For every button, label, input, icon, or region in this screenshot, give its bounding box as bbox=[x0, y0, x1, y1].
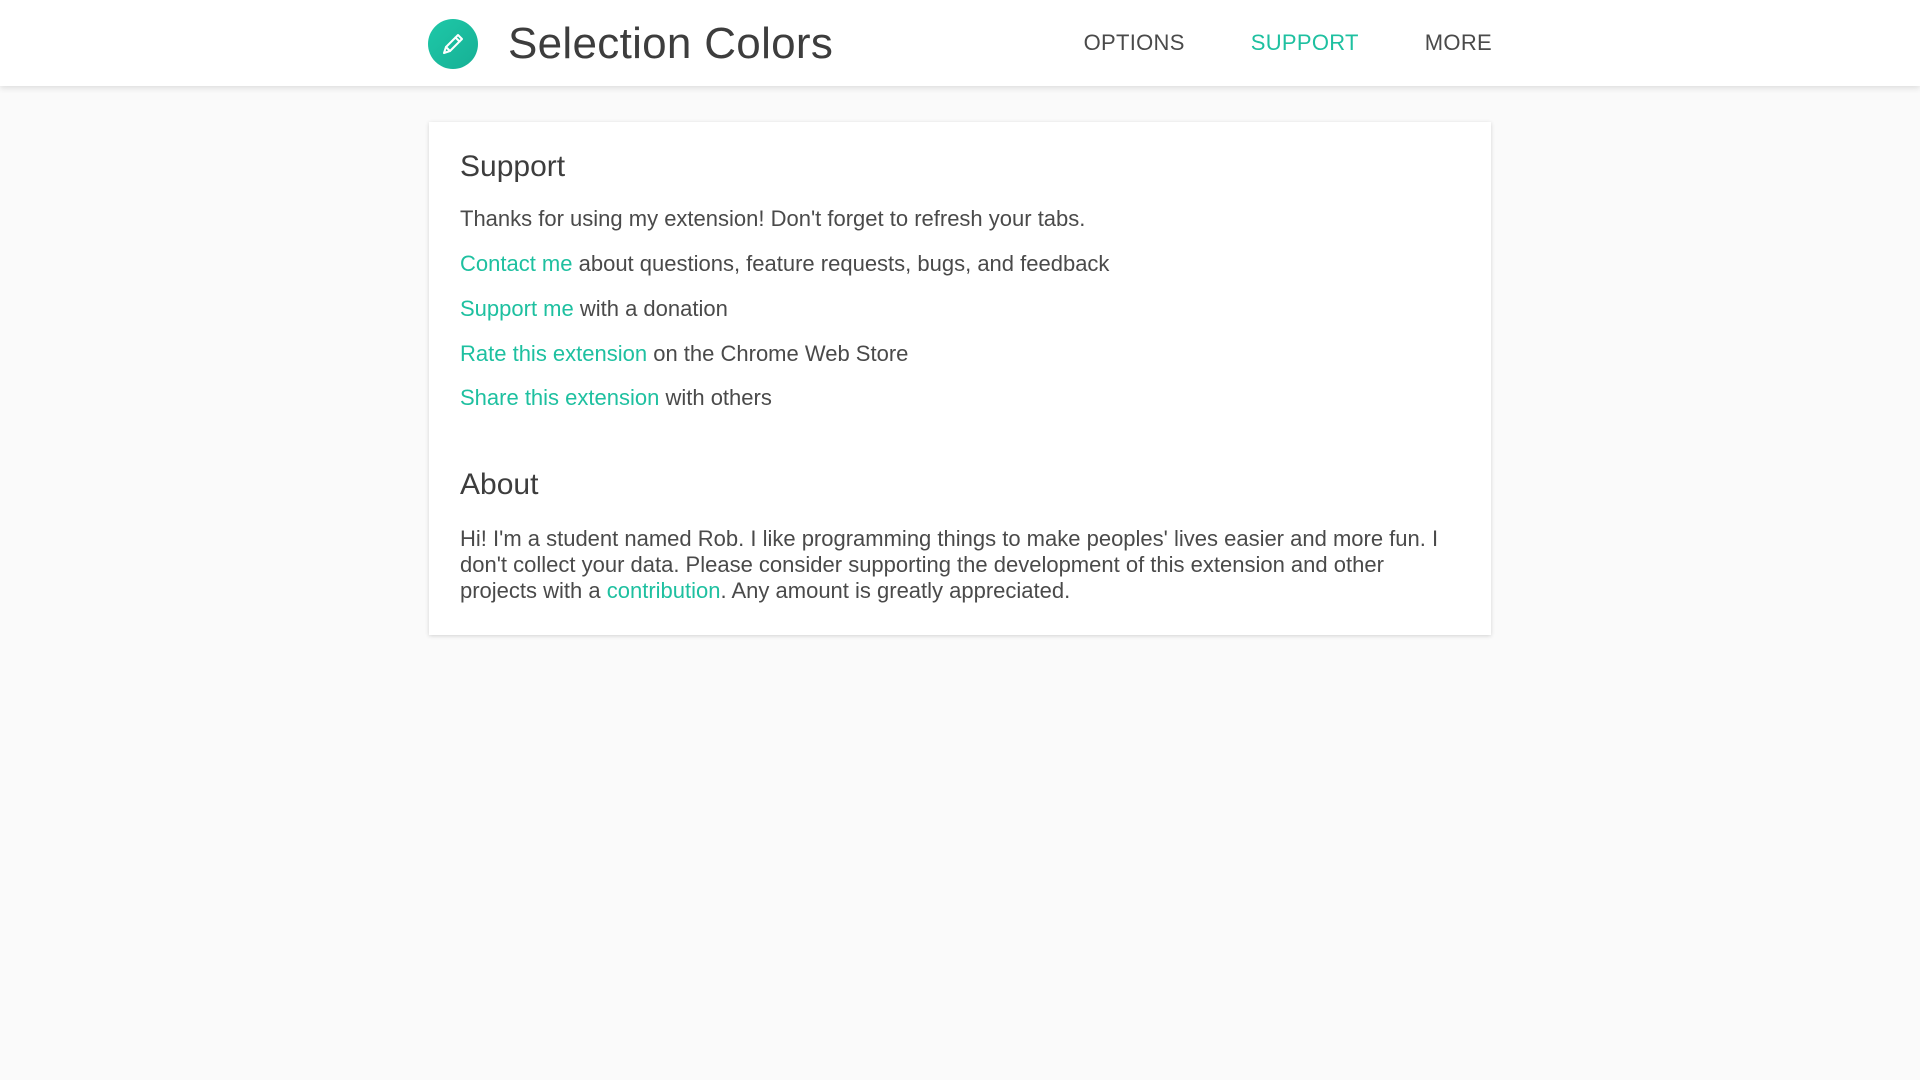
contact-me-link[interactable]: Contact me bbox=[460, 251, 573, 276]
rate-extension-link[interactable]: Rate this extension bbox=[460, 341, 647, 366]
support-item-rate: Rate this extension on the Chrome Web St… bbox=[460, 341, 908, 367]
support-me-link[interactable]: Support me bbox=[460, 296, 574, 321]
nav-more[interactable]: MORE bbox=[1425, 30, 1492, 56]
contribution-link[interactable]: contribution bbox=[607, 578, 721, 603]
top-bar: Selection Colors OPTIONS SUPPORT MORE bbox=[0, 0, 1920, 86]
support-item-contact: Contact me about questions, feature requ… bbox=[460, 251, 1109, 277]
support-card: Support Thanks for using my extension! D… bbox=[429, 122, 1491, 635]
support-item-share: Share this extension with others bbox=[460, 385, 772, 411]
support-intro: Thanks for using my extension! Don't for… bbox=[460, 206, 1086, 231]
support-item-donate: Support me with a donation bbox=[460, 296, 728, 322]
pencil-icon bbox=[428, 19, 478, 69]
support-item-text: with a donation bbox=[573, 296, 728, 321]
support-item-text: about questions, feature requests, bugs,… bbox=[572, 251, 1110, 276]
about-heading: About bbox=[460, 468, 539, 501]
main-nav: OPTIONS SUPPORT MORE bbox=[1000, 0, 1492, 86]
nav-options[interactable]: OPTIONS bbox=[1084, 30, 1185, 56]
about-text-after: . Any amount is greatly appreciated. bbox=[720, 578, 1071, 603]
support-heading: Support bbox=[460, 150, 566, 183]
app-title: Selection Colors bbox=[508, 19, 834, 68]
share-extension-link[interactable]: Share this extension bbox=[460, 385, 659, 410]
brand: Selection Colors bbox=[428, 18, 833, 70]
support-item-text: with others bbox=[659, 385, 772, 410]
nav-support[interactable]: SUPPORT bbox=[1251, 30, 1359, 56]
support-item-text: on the Chrome Web Store bbox=[647, 341, 909, 366]
about-text: Hi! I'm a student named Rob. I like prog… bbox=[460, 526, 1460, 604]
